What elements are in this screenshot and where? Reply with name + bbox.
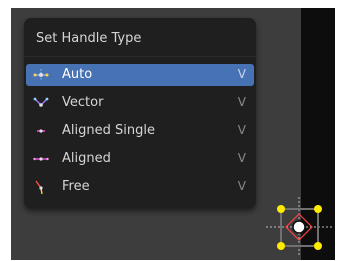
menu-item-shortcut: V bbox=[237, 67, 246, 81]
menu-title: Set Handle Type bbox=[36, 31, 142, 46]
menu-item-free[interactable]: Free V bbox=[26, 176, 254, 198]
bezier-handle-widget[interactable] bbox=[266, 197, 332, 257]
menu-item-aligned[interactable]: Aligned V bbox=[26, 148, 254, 170]
menu-item-label: Free bbox=[62, 179, 90, 194]
menu-item-vector[interactable]: Vector V bbox=[26, 92, 254, 114]
menu-item-label: Aligned bbox=[62, 151, 111, 166]
handle-vector-icon bbox=[33, 95, 49, 111]
menu-item-aligned-single[interactable]: Aligned Single V bbox=[26, 120, 254, 142]
handle-aligned-icon bbox=[33, 151, 49, 167]
menu-item-label: Aligned Single bbox=[62, 123, 155, 138]
set-handle-type-menu: Set Handle Type Auto V Vector V Aligned … bbox=[24, 18, 256, 208]
menu-item-label: Auto bbox=[62, 67, 93, 82]
menu-item-label: Vector bbox=[62, 95, 104, 110]
handle-aligned-single-icon bbox=[33, 123, 49, 139]
menu-item-shortcut: V bbox=[237, 95, 246, 109]
menu-item-auto[interactable]: Auto V bbox=[26, 64, 254, 86]
handle-free-icon bbox=[33, 179, 49, 195]
menu-item-shortcut: V bbox=[237, 179, 246, 193]
menu-divider bbox=[24, 56, 256, 57]
handle-auto-icon bbox=[33, 67, 49, 83]
menu-item-shortcut: V bbox=[237, 151, 246, 165]
menu-item-shortcut: V bbox=[237, 123, 246, 137]
